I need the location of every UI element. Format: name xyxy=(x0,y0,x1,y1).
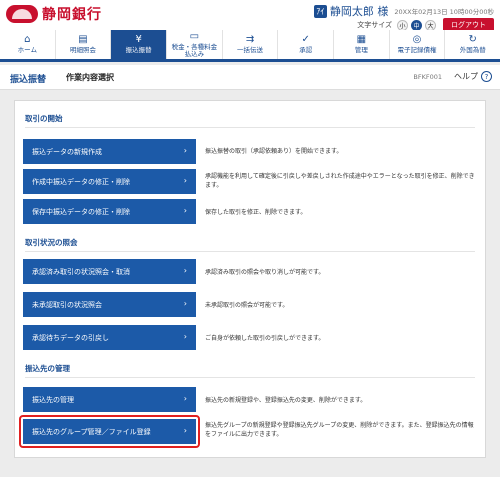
login-datetime: 20XX年02月13日 10時00分00秒 xyxy=(394,8,494,16)
bank-logo[interactable]: 静岡銀行 xyxy=(6,4,102,24)
button-label: 振込先の管理 xyxy=(32,395,74,404)
user-icon: ｱｲ xyxy=(313,4,327,18)
edit-saved-transfer-description: 保存した取引を修正、削除できます。 xyxy=(205,209,307,216)
nav-home[interactable]: ⌂ ホーム xyxy=(0,30,55,59)
font-size-label: 文字サイズ xyxy=(357,21,392,29)
nav-batch-transfer[interactable]: ⇉ 一括伝送 xyxy=(221,30,278,59)
nav-label: 外国為替 xyxy=(459,46,486,55)
page-title: 振込振替 xyxy=(10,75,47,85)
foreign-exchange-icon: ↻ xyxy=(468,34,477,46)
page-title-bar: 振込振替 作業内容選択 BFKF001 ヘルプ ? xyxy=(0,65,500,90)
nav-label: 承認 xyxy=(299,46,313,55)
chevron-right-icon: › xyxy=(183,146,187,155)
nav-foreign-exchange[interactable]: ↻ 外国為替 xyxy=(444,30,500,59)
document-icon: ▤ xyxy=(78,34,88,46)
bank-name: 静岡銀行 xyxy=(42,7,102,23)
payee-management-button[interactable]: 振込先の管理 › xyxy=(23,387,196,412)
recall-pending-data-button[interactable]: 承認待ちデータの引戻し › xyxy=(23,325,196,350)
tax-payment-icon: ▭ xyxy=(189,30,200,42)
recall-pending-data-description: ご自身が依頼した取引の引戻しができます。 xyxy=(205,335,325,342)
nav-label: 一括伝送 xyxy=(237,46,264,55)
nav-electronic-bond[interactable]: ◎ 電子記録債権 xyxy=(388,30,445,59)
payee-group-file-registration-description: 振込先グループの新規登録や登録振込先グループの変更、削除ができます。また、登録振… xyxy=(205,422,474,438)
help-icon: ? xyxy=(481,71,492,82)
chevron-right-icon: › xyxy=(183,299,187,308)
edit-saved-transfer-button[interactable]: 保存中振込データの修正・削除 › xyxy=(23,199,196,224)
chevron-right-icon: › xyxy=(183,394,187,403)
electronic-bond-icon: ◎ xyxy=(412,34,422,46)
section-title-payee-management: 振込先の管理 xyxy=(25,363,475,378)
user-info: ｱｲ 静岡太郎 様 20XX年02月13日 10時00分00秒 xyxy=(313,3,494,19)
font-size-large-button[interactable]: 大 xyxy=(425,19,436,31)
approved-status-inquiry-button[interactable]: 承認済み取引の状況照会・取消 › xyxy=(23,259,196,284)
button-label: 振込データの新規作成 xyxy=(32,147,102,156)
section-title-status-inquiry: 取引状況の照会 xyxy=(25,237,475,252)
unapproved-status-inquiry-button[interactable]: 未承認取引の状況照会 › xyxy=(23,292,196,317)
screen-id: BFKF001 xyxy=(413,73,442,81)
font-size-small-button[interactable]: 小 xyxy=(397,19,408,31)
help-label: ヘルプ xyxy=(454,72,478,81)
nav-tax-payment[interactable]: ▭ 税金・各種料金 払込み xyxy=(166,30,222,59)
section-title-start: 取引の開始 xyxy=(25,113,475,128)
button-label: 振込先のグループ管理／ファイル登録 xyxy=(32,427,151,436)
management-icon: ▦ xyxy=(356,34,367,46)
new-transfer-button[interactable]: 振込データの新規作成 › xyxy=(23,139,196,164)
approved-status-inquiry-description: 承認済み取引の照会や取り消しが可能です。 xyxy=(205,269,325,276)
edit-draft-transfer-button[interactable]: 作成中振込データの修正・削除 › xyxy=(23,169,196,194)
top-header: 静岡銀行 ｱｲ 静岡太郎 様 20XX年02月13日 10時00分00秒 文字サ… xyxy=(0,0,500,32)
nav-approval[interactable]: ✓ 承認 xyxy=(277,30,333,59)
home-icon: ⌂ xyxy=(24,34,31,46)
bank-logo-icon xyxy=(6,5,38,23)
nav-label: 管理 xyxy=(354,46,368,55)
button-label: 保存中振込データの修正・削除 xyxy=(32,207,130,216)
font-size-medium-button[interactable]: 中 xyxy=(411,19,422,31)
nav-label: 振込振替 xyxy=(125,46,152,55)
nav-label: 明細照会 xyxy=(70,46,96,55)
button-label: 承認済み取引の状況照会・取消 xyxy=(32,267,130,276)
nav-label: 電子記録債権 xyxy=(397,46,437,55)
yen-circle-icon: ¥ xyxy=(135,34,142,46)
chevron-right-icon: › xyxy=(183,206,187,215)
user-name: 静岡太郎 様 xyxy=(329,5,389,18)
batch-transfer-icon: ⇉ xyxy=(245,34,255,46)
chevron-right-icon: › xyxy=(183,176,187,185)
nav-label: 税金・各種料金 払込み xyxy=(171,42,218,58)
button-label: 作成中振込データの修正・削除 xyxy=(32,177,130,186)
chevron-right-icon: › xyxy=(183,426,187,435)
button-label: 未承認取引の状況照会 xyxy=(32,300,102,309)
button-label: 承認待ちデータの引戻し xyxy=(32,333,109,342)
page-subtitle: 作業内容選択 xyxy=(66,73,114,82)
chevron-right-icon: › xyxy=(183,266,187,275)
payee-group-file-registration-button[interactable]: 振込先のグループ管理／ファイル登録 › xyxy=(23,419,196,444)
nav-management[interactable]: ▦ 管理 xyxy=(333,30,389,59)
nav-statement-inquiry[interactable]: ▤ 明細照会 xyxy=(54,30,111,59)
nav-label: ホーム xyxy=(17,46,37,55)
edit-draft-transfer-description: 承認機能を利用して確定後に引戻しや差戻しされた作成途中やエラーとなった取引を修正… xyxy=(205,173,475,189)
payee-management-description: 振込先の新規登録や、登録振込先の変更、削除ができます。 xyxy=(205,397,367,404)
work-selection-panel: 取引の開始 振込データの新規作成 › 振込振替の取引（承認依頼あり）を開始できま… xyxy=(14,100,486,458)
help-link[interactable]: ヘルプ ? xyxy=(454,71,492,82)
new-transfer-description: 振込振替の取引（承認依頼あり）を開始できます。 xyxy=(205,148,343,155)
global-nav: ⌂ ホーム ▤ 明細照会 ¥ 振込振替 ▭ 税金・各種料金 払込み ⇉ 一括伝送… xyxy=(0,30,500,62)
approval-icon: ✓ xyxy=(301,34,310,46)
chevron-right-icon: › xyxy=(183,332,187,341)
nav-transfer[interactable]: ¥ 振込振替 xyxy=(110,30,167,59)
unapproved-status-inquiry-description: 未承認取引の照会が可能です。 xyxy=(205,302,289,309)
